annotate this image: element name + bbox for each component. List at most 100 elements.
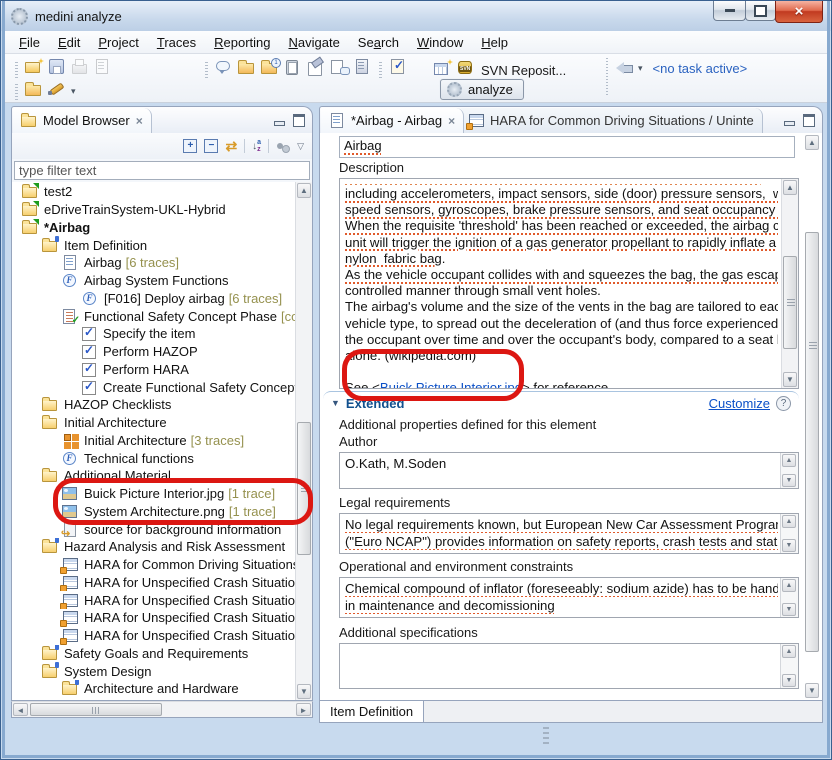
collapse-arrow-icon[interactable]: ▼ bbox=[331, 398, 340, 408]
open-icon[interactable] bbox=[24, 80, 45, 98]
minimize-view-icon[interactable] bbox=[272, 113, 286, 125]
tree-item-technical-functions[interactable]: Technical functions bbox=[12, 449, 295, 467]
tree-item-create-functional-safety-concept[interactable]: Create Functional Safety Concept bbox=[12, 378, 295, 396]
tab-model-browser[interactable]: Model Browser × bbox=[13, 108, 152, 133]
help-icon[interactable]: ? bbox=[776, 396, 791, 411]
scrollbar-thumb[interactable] bbox=[805, 232, 819, 652]
menu-traces[interactable]: Traces bbox=[148, 33, 205, 52]
form-vertical-scrollbar[interactable]: ▲ ▼ bbox=[804, 134, 821, 699]
scroll-down-icon[interactable]: ▼ bbox=[297, 684, 311, 699]
back-arrow-icon[interactable] bbox=[615, 59, 635, 77]
maximize-view-icon[interactable] bbox=[802, 113, 816, 125]
notes-icon[interactable] bbox=[329, 58, 350, 76]
open-folder-icon[interactable] bbox=[237, 58, 258, 76]
tree-item-hazard-analysis-and-risk-assessment[interactable]: Hazard Analysis and Risk Assessment bbox=[12, 538, 295, 556]
collapse-all-icon[interactable]: − bbox=[204, 139, 218, 153]
svn-icon[interactable] bbox=[456, 59, 477, 77]
extended-section-header[interactable]: ▼ Extended Customize ? bbox=[323, 391, 799, 414]
tree-item-specify-the-item[interactable]: Specify the item bbox=[12, 325, 295, 343]
tree-item-f016-deploy-airbag[interactable]: [F016] Deploy airbag[6 traces] bbox=[12, 290, 295, 308]
buick-picture-link[interactable]: Buick Picture Interior.jpg bbox=[380, 380, 522, 388]
minimize-button[interactable] bbox=[713, 1, 746, 21]
tree-item-initial-architecture[interactable]: Initial Architecture bbox=[12, 414, 295, 432]
sash-drag-handle[interactable] bbox=[543, 727, 549, 747]
scroll-down-icon[interactable]: ▼ bbox=[782, 603, 796, 616]
filter-input[interactable] bbox=[14, 161, 310, 180]
tree-item-edrivetrainsystem-ukl-hybrid[interactable]: eDriveTrainSystem-UKL-Hybrid bbox=[12, 201, 295, 219]
scrollbar-thumb[interactable] bbox=[297, 422, 311, 555]
menu-edit[interactable]: Edit bbox=[49, 33, 89, 52]
tree-item-initial-architecture[interactable]: Initial Architecture[3 traces] bbox=[12, 432, 295, 450]
save-icon[interactable] bbox=[47, 58, 68, 76]
tree-item-hara-for-unspecified-crash-situation[interactable]: HARA for Unspecified Crash Situation bbox=[12, 609, 295, 627]
tree-item-item-definition[interactable]: Item Definition bbox=[12, 236, 295, 254]
scroll-left-icon[interactable]: ◄ bbox=[13, 703, 28, 716]
chevron-down-icon[interactable]: ▾ bbox=[71, 86, 76, 97]
scroll-down-icon[interactable]: ▼ bbox=[782, 474, 796, 487]
filters-icon[interactable] bbox=[276, 140, 290, 152]
chevron-down-icon[interactable]: ▾ bbox=[638, 63, 643, 74]
tree-item-safety-goals-and-requirements[interactable]: Safety Goals and Requirements bbox=[12, 645, 295, 663]
description-textarea[interactable]: including accelerometers, impact sensors… bbox=[339, 178, 799, 389]
customize-link[interactable]: Customize bbox=[709, 396, 770, 411]
scroll-up-icon[interactable]: ▲ bbox=[783, 180, 797, 195]
scroll-up-icon[interactable]: ▲ bbox=[782, 515, 796, 528]
name-input[interactable]: Airbag bbox=[339, 136, 795, 158]
scroll-right-icon[interactable]: ► bbox=[296, 703, 311, 716]
menu-window[interactable]: Window bbox=[408, 33, 472, 52]
link-with-editor-icon[interactable]: ⇄ bbox=[225, 139, 237, 153]
field-scroll-arrows[interactable]: ▲▼ bbox=[780, 514, 798, 553]
scroll-up-icon[interactable]: ▲ bbox=[297, 183, 311, 198]
tree-item-system-architecture-png[interactable]: System Architecture.png[1 trace] bbox=[12, 503, 295, 521]
tree-item-perform-hazop[interactable]: Perform HAZOP bbox=[12, 343, 295, 361]
field-author-input[interactable]: O.Kath, M.Soden▲▼ bbox=[339, 452, 799, 489]
erase-icon[interactable] bbox=[306, 58, 327, 76]
field-scroll-arrows[interactable]: ▲▼ bbox=[780, 453, 798, 488]
menu-navigate[interactable]: Navigate bbox=[279, 33, 348, 52]
sort-icon[interactable]: ↓ az bbox=[252, 139, 261, 153]
minimize-view-icon[interactable] bbox=[782, 113, 796, 125]
menu-reporting[interactable]: Reporting bbox=[205, 33, 279, 52]
tree-item-airbag-system-functions[interactable]: Airbag System Functions bbox=[12, 272, 295, 290]
close-icon[interactable]: × bbox=[136, 114, 143, 128]
comment-icon[interactable] bbox=[214, 58, 235, 76]
tree-item-buick-picture-interior-jpg[interactable]: Buick Picture Interior.jpg[1 trace] bbox=[12, 485, 295, 503]
report-icon[interactable] bbox=[93, 58, 114, 76]
tree-vertical-scrollbar[interactable]: ▲ ▼ bbox=[295, 182, 312, 700]
scrollbar-thumb[interactable] bbox=[30, 703, 162, 716]
tree-item-perform-hara[interactable]: Perform HARA bbox=[12, 361, 295, 379]
new-wizard-icon[interactable] bbox=[24, 58, 45, 76]
tree-item-airbag[interactable]: Airbag[6 traces] bbox=[12, 254, 295, 272]
tree-item-airbag[interactable]: *Airbag bbox=[12, 219, 295, 237]
tree-item-functional-safety-concept-phase[interactable]: Functional Safety Concept Phase[com bbox=[12, 307, 295, 325]
tree-horizontal-scrollbar[interactable]: ◄ ► bbox=[11, 701, 313, 718]
task-check-icon[interactable] bbox=[388, 58, 409, 76]
scroll-up-icon[interactable]: ▲ bbox=[805, 135, 819, 150]
tab-item-definition[interactable]: Item Definition bbox=[320, 701, 424, 722]
scroll-up-icon[interactable]: ▲ bbox=[782, 579, 796, 592]
tree-item-system-design[interactable]: System Design bbox=[12, 662, 295, 680]
view-menu-icon[interactable]: ▽ bbox=[297, 141, 304, 152]
tab-hara-editor[interactable]: HARA for Common Driving Situations / Uni… bbox=[460, 108, 763, 133]
doc-icon[interactable] bbox=[352, 58, 373, 76]
field-legal-requirements-input[interactable]: No legal requirements known, but Europea… bbox=[339, 513, 799, 554]
tree-item-hazop-checklists[interactable]: HAZOP Checklists bbox=[12, 396, 295, 414]
tree-item-source-for-background-information[interactable]: ↪source for background information bbox=[12, 520, 295, 538]
field-scroll-arrows[interactable]: ▲▼ bbox=[780, 578, 798, 617]
scroll-down-icon[interactable]: ▼ bbox=[805, 683, 819, 698]
scroll-up-icon[interactable]: ▲ bbox=[782, 645, 796, 658]
tree-item-hara-for-unspecified-crash-situation[interactable]: HARA for Unspecified Crash Situation bbox=[12, 591, 295, 609]
expand-all-icon[interactable]: + bbox=[183, 139, 197, 153]
description-scrollbar[interactable]: ▲ ▼ bbox=[781, 179, 798, 388]
folder-new-icon[interactable]: 1 bbox=[260, 58, 281, 76]
tree-item-hara-for-common-driving-situations[interactable]: HARA for Common Driving Situations bbox=[12, 556, 295, 574]
scroll-up-icon[interactable]: ▲ bbox=[782, 454, 796, 467]
print-icon[interactable] bbox=[70, 58, 91, 76]
maximize-view-icon[interactable] bbox=[292, 113, 306, 125]
tree-item-additional-material[interactable]: Additional Material bbox=[12, 467, 295, 485]
paste-icon[interactable] bbox=[283, 58, 304, 76]
close-button[interactable]: × bbox=[775, 1, 823, 23]
field-additional-specifications-input[interactable]: ▲▼ bbox=[339, 643, 799, 689]
scroll-down-icon[interactable]: ▼ bbox=[782, 674, 796, 687]
menu-search[interactable]: Search bbox=[349, 33, 408, 52]
